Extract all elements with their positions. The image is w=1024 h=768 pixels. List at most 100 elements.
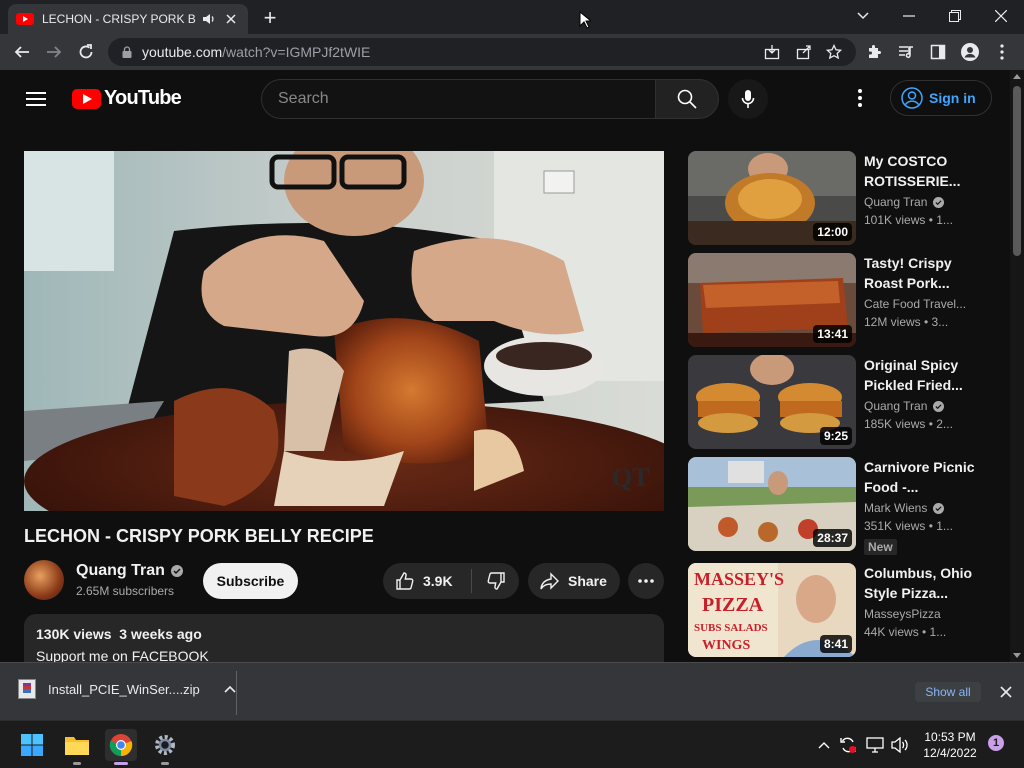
new-badge: New	[864, 539, 897, 555]
close-window-button[interactable]	[978, 0, 1024, 32]
new-tab-button[interactable]: +	[258, 6, 282, 30]
download-divider	[236, 671, 237, 715]
url-path: /watch?v=IGMPJf2tWIE	[222, 44, 371, 60]
browser-menu-icon[interactable]	[990, 40, 1014, 64]
youtube-play-logo-icon	[72, 88, 101, 109]
media-control-icon[interactable]	[894, 40, 918, 64]
video-title: LECHON - CRISPY PORK BELLY RECIPE	[24, 526, 374, 546]
sign-in-button[interactable]: Sign in	[890, 80, 992, 116]
related-channel[interactable]: Quang Tran	[864, 399, 994, 413]
share-page-icon[interactable]	[796, 44, 812, 60]
more-actions-button[interactable]	[628, 563, 664, 599]
related-video-title[interactable]: Original Spicy Pickled Fried...	[864, 355, 994, 395]
channel-avatar[interactable]	[24, 560, 64, 600]
related-video-title[interactable]: Tasty! Crispy Roast Pork...	[864, 253, 994, 293]
chrome-icon[interactable]	[105, 729, 137, 765]
video-thumbnail[interactable]: 9:25	[688, 355, 856, 449]
related-video-title[interactable]: Carnivore Picnic Food -...	[864, 457, 994, 497]
settings-gear-icon[interactable]	[149, 729, 181, 765]
tab-close-icon[interactable]	[222, 10, 240, 28]
show-hidden-icons-chevron-icon[interactable]	[814, 735, 834, 755]
tab-search-chevron-icon[interactable]	[840, 0, 886, 32]
video-duration: 28:37	[813, 529, 852, 547]
scroll-down-arrow-icon[interactable]	[1013, 653, 1021, 658]
voice-search-button[interactable]	[728, 79, 768, 119]
youtube-logo[interactable]: YouTube	[72, 87, 182, 110]
restore-button[interactable]	[932, 0, 978, 32]
search-button[interactable]	[655, 79, 719, 119]
show-all-downloads-button[interactable]: Show all	[915, 682, 981, 702]
youtube-wordmark: YouTube	[104, 87, 182, 109]
url-host: youtube.com	[142, 44, 223, 60]
subscribe-button[interactable]: Subscribe	[203, 563, 298, 599]
related-channel[interactable]: Mark Wiens	[864, 501, 994, 515]
like-button[interactable]: 3.9K	[383, 563, 471, 599]
settings-more-icon[interactable]	[848, 86, 872, 110]
browser-tab[interactable]: LECHON - CRISPY PORK BEL	[8, 4, 248, 34]
notification-badge[interactable]: 1	[988, 735, 1004, 751]
sign-in-label: Sign in	[929, 90, 976, 106]
active-indicator	[114, 762, 128, 765]
video-player[interactable]: QT	[24, 151, 664, 511]
network-icon[interactable]	[865, 735, 885, 755]
video-thumbnail[interactable]: 13:41	[688, 253, 856, 347]
install-app-icon[interactable]	[764, 44, 780, 60]
file-explorer-icon[interactable]	[61, 729, 93, 765]
hamburger-menu-icon[interactable]	[24, 88, 48, 108]
share-button[interactable]: Share	[528, 563, 620, 599]
windows-start-icon[interactable]	[16, 729, 48, 761]
chevron-up-icon[interactable]	[224, 685, 236, 693]
share-arrow-icon	[540, 571, 560, 591]
channel-watermark: QT	[612, 463, 650, 492]
related-channel[interactable]: Cate Food Travel...	[864, 297, 994, 311]
dislike-button[interactable]	[472, 563, 519, 599]
speaker-icon[interactable]	[200, 10, 218, 28]
system-clock[interactable]: 10:53 PM 12/4/2022	[918, 729, 982, 761]
scrollbar-thumb[interactable]	[1013, 86, 1021, 256]
video-frame-image: QT	[24, 151, 664, 511]
video-thumbnail[interactable]: MASSEY'S PIZZA SUBS SALADS WINGS 8:41	[688, 563, 856, 657]
related-channel[interactable]: MasseysPizza	[864, 607, 994, 621]
close-download-shelf-icon[interactable]	[996, 682, 1016, 702]
video-thumbnail[interactable]: 12:00	[688, 151, 856, 245]
address-bar[interactable]: youtube.com/watch?v=IGMPJf2tWIE	[108, 38, 856, 66]
related-channel-name: Cate Food Travel...	[864, 297, 967, 311]
channel-name[interactable]: Quang Tran	[76, 562, 183, 580]
back-arrow-icon[interactable]	[10, 40, 34, 64]
volume-icon[interactable]	[890, 735, 910, 755]
download-item[interactable]: Install_PCIE_WinSer....zip	[18, 679, 236, 699]
forward-arrow-icon[interactable]	[42, 40, 66, 64]
verified-check-icon	[933, 196, 945, 208]
related-video-title[interactable]: My COSTCO ROTISSERIE...	[864, 151, 994, 191]
browser-toolbar: youtube.com/watch?v=IGMPJf2tWIE	[0, 34, 1024, 70]
related-stats: 44K views • 1...	[864, 625, 947, 639]
clock-date: 12/4/2022	[923, 746, 977, 760]
profile-icon[interactable]	[958, 40, 982, 64]
related-video-title[interactable]: Columbus, Ohio Style Pizza...	[864, 563, 994, 603]
search-input[interactable]: Search	[261, 79, 656, 119]
extensions-puzzle-icon[interactable]	[862, 40, 886, 64]
minimize-button[interactable]	[886, 0, 932, 32]
related-video-item[interactable]: 9:25 Original Spicy Pickled Fried... Qua…	[688, 355, 1008, 449]
thumbs-up-icon	[395, 571, 415, 591]
side-panel-icon[interactable]	[926, 40, 950, 64]
video-thumbnail[interactable]: 28:37	[688, 457, 856, 551]
bookmark-star-icon[interactable]	[826, 44, 842, 60]
related-video-item[interactable]: MASSEY'S PIZZA SUBS SALADS WINGS 8:41 Colum…	[688, 563, 1008, 657]
related-channel[interactable]: Quang Tran	[864, 195, 994, 209]
scroll-up-arrow-icon[interactable]	[1013, 74, 1021, 79]
related-video-item[interactable]: 13:41 Tasty! Crispy Roast Pork... Cate F…	[688, 253, 1008, 347]
mouse-cursor-icon	[579, 11, 591, 29]
clock-time: 10:53 PM	[924, 730, 976, 744]
sync-status-icon[interactable]	[838, 735, 858, 755]
reload-icon[interactable]	[74, 40, 98, 64]
more-horizontal-icon	[638, 579, 654, 583]
related-video-item[interactable]: 28:37 Carnivore Picnic Food -... Mark Wi…	[688, 457, 1008, 555]
windows-taskbar: 10:53 PM 12/4/2022	[0, 720, 1024, 768]
related-video-item[interactable]: 12:00 My COSTCO ROTISSERIE... Quang Tran…	[688, 151, 1008, 245]
video-duration: 8:41	[819, 635, 852, 653]
share-label: Share	[568, 573, 607, 589]
lock-icon[interactable]	[122, 46, 132, 58]
page-scrollbar[interactable]	[1010, 70, 1024, 662]
view-count: 130K views	[36, 626, 112, 642]
